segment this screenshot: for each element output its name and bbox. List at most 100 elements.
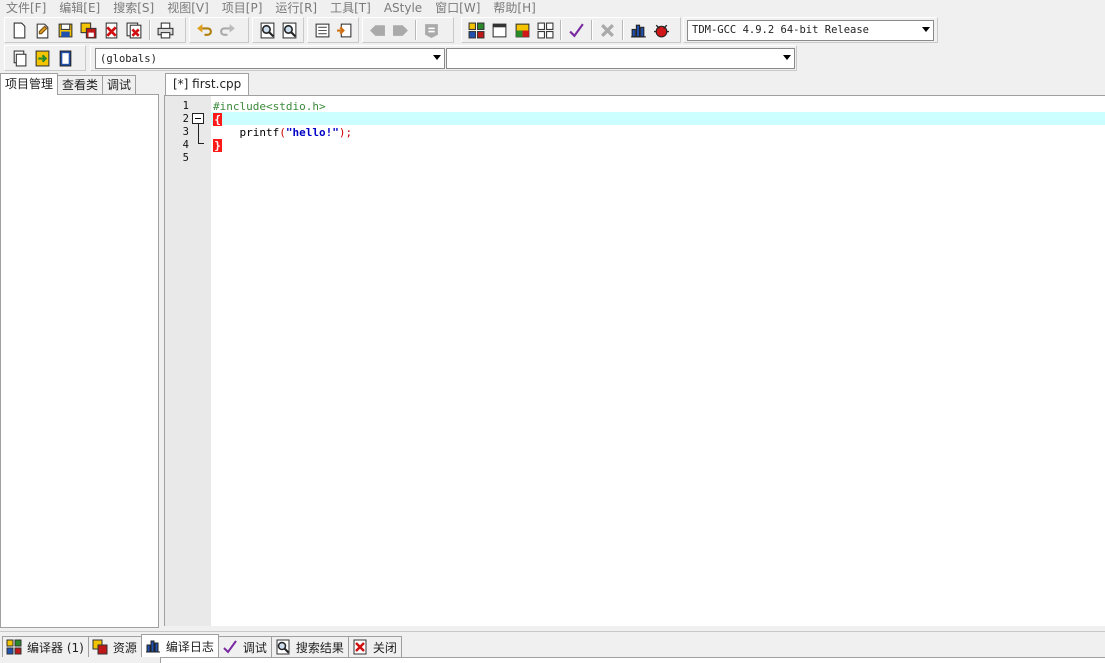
project-panel[interactable] xyxy=(0,94,159,628)
check-icon xyxy=(223,640,237,654)
tab-search-results[interactable]: 搜索结果 xyxy=(270,636,349,657)
tab-label: 编译日志 xyxy=(165,639,214,654)
menu-run[interactable]: 运行[R] xyxy=(269,1,324,15)
edit-toolbar xyxy=(189,17,249,43)
tab-class-browser[interactable]: 查看类 xyxy=(57,75,104,95)
left-panel-tabs: 项目管理 查看类 调试 xyxy=(0,73,137,95)
save-icon[interactable] xyxy=(54,19,77,42)
new-project-icon[interactable] xyxy=(465,19,488,42)
paren-open: ( xyxy=(279,126,286,139)
chevron-down-icon xyxy=(433,55,441,60)
line-gutter: 1 2 3 4 5 xyxy=(165,96,211,626)
menu-edit[interactable]: 编辑[E] xyxy=(53,1,107,15)
compiler-toolbar: TDM-GCC 4.9.2 64-bit Release xyxy=(683,17,938,43)
compiler-select-value: TDM-GCC 4.9.2 64-bit Release xyxy=(692,24,870,36)
close-icon[interactable] xyxy=(100,19,123,42)
compile-icon[interactable] xyxy=(420,19,443,42)
menu-file[interactable]: 文件[F] xyxy=(0,1,53,15)
find-icon[interactable] xyxy=(256,19,278,42)
code-line-3: printf("hello!"); xyxy=(213,126,353,139)
search-toolbar xyxy=(252,17,304,43)
goto-line-icon[interactable] xyxy=(311,19,333,42)
grid-icon xyxy=(6,639,22,655)
menu-window[interactable]: 窗口[W] xyxy=(429,1,487,15)
string-literal: "hello!" xyxy=(285,126,339,139)
code-line-2: { xyxy=(213,113,222,126)
close-icon xyxy=(353,639,367,655)
goto-icon[interactable] xyxy=(31,47,54,70)
line-number: 4 xyxy=(182,139,189,151)
tab-compile-log[interactable]: 编译日志 xyxy=(140,634,219,657)
save-all-icon[interactable] xyxy=(77,19,100,42)
debug-icon[interactable] xyxy=(650,19,673,42)
search-icon xyxy=(276,639,290,655)
print-icon[interactable] xyxy=(154,19,177,42)
scope-toolbar: (globals) xyxy=(90,45,797,71)
redo-icon[interactable] xyxy=(216,19,239,42)
menu-help[interactable]: 帮助[H] xyxy=(487,1,542,15)
file-toolbar xyxy=(4,17,186,43)
chart-icon[interactable] xyxy=(627,19,650,42)
undo-icon[interactable] xyxy=(193,19,216,42)
tab-debug-output[interactable]: 调试 xyxy=(217,636,272,657)
tab-first-cpp[interactable]: [*] first.cpp xyxy=(165,73,250,96)
forward-icon[interactable] xyxy=(389,19,412,42)
grid-icon[interactable] xyxy=(534,19,557,42)
open-brace: { xyxy=(213,113,222,126)
tab-project-manager[interactable]: 项目管理 xyxy=(0,73,59,95)
tab-close[interactable]: 关闭 xyxy=(347,636,402,657)
stop-icon[interactable] xyxy=(596,19,619,42)
open-icon[interactable] xyxy=(31,19,54,42)
new-file-icon[interactable] xyxy=(8,19,31,42)
toolbar-separator xyxy=(149,20,151,40)
chart-icon xyxy=(145,640,160,653)
bookmark-icon[interactable] xyxy=(54,47,77,70)
function-select[interactable] xyxy=(446,48,795,69)
bottom-panel-content xyxy=(160,657,1105,663)
menu-astyle[interactable]: AStyle xyxy=(378,1,429,15)
back-icon[interactable] xyxy=(366,19,389,42)
menu-view[interactable]: 视图[V] xyxy=(161,1,216,15)
line-number: 2 xyxy=(182,113,189,125)
line-number: 5 xyxy=(182,152,189,164)
tab-debug[interactable]: 调试 xyxy=(102,75,137,95)
menu-project[interactable]: 项目[P] xyxy=(216,1,270,15)
tab-compiler[interactable]: 编译器 (1) xyxy=(2,636,89,657)
globals-select[interactable]: (globals) xyxy=(95,48,445,69)
tab-label: 资源 xyxy=(112,640,137,655)
menu-search[interactable]: 搜索[S] xyxy=(107,1,161,15)
insert-icon[interactable] xyxy=(8,47,31,70)
globals-select-value: (globals) xyxy=(100,52,157,65)
preprocessor-directive: #include<stdio.h> xyxy=(213,100,326,113)
compile-toolbar xyxy=(461,17,681,43)
chevron-down-icon xyxy=(922,26,930,32)
check-icon[interactable] xyxy=(565,19,588,42)
bottom-panel: 编译器 (1) 资源 编译日志 调试 搜索结果 关闭 xyxy=(0,631,1105,663)
code-editor[interactable]: 1 2 3 4 5 #include<stdio.h> { printf("he… xyxy=(164,95,1105,626)
fold-toggle-icon[interactable] xyxy=(192,113,204,124)
current-line-highlight xyxy=(211,112,1105,125)
fold-guide xyxy=(198,124,199,144)
project-toolbar xyxy=(362,17,454,43)
line-number: 1 xyxy=(182,100,189,112)
chevron-down-icon xyxy=(783,55,791,60)
class-toolbar xyxy=(4,45,86,71)
menu-tools[interactable]: 工具[T] xyxy=(324,1,378,15)
bottom-tabs: 编译器 (1) 资源 编译日志 调试 搜索结果 关闭 xyxy=(2,634,402,657)
toggle-bookmark-icon[interactable] xyxy=(333,19,355,42)
tab-label: 搜索结果 xyxy=(295,640,344,655)
editor-tabs: [*] first.cpp xyxy=(165,73,250,96)
replace-icon[interactable] xyxy=(278,19,300,42)
toolbar-separator xyxy=(415,20,417,40)
tab-label: 编译器 (1) xyxy=(27,640,84,655)
layout-icon[interactable] xyxy=(511,19,534,42)
function-call: printf xyxy=(239,126,280,139)
window-icon[interactable] xyxy=(488,19,511,42)
toolbar-separator xyxy=(560,20,562,40)
close-all-icon[interactable] xyxy=(123,19,146,42)
line-number: 3 xyxy=(182,126,189,138)
compiler-select[interactable]: TDM-GCC 4.9.2 64-bit Release xyxy=(687,19,934,41)
tab-resources[interactable]: 资源 xyxy=(87,636,142,657)
fold-guide-end xyxy=(198,143,204,144)
